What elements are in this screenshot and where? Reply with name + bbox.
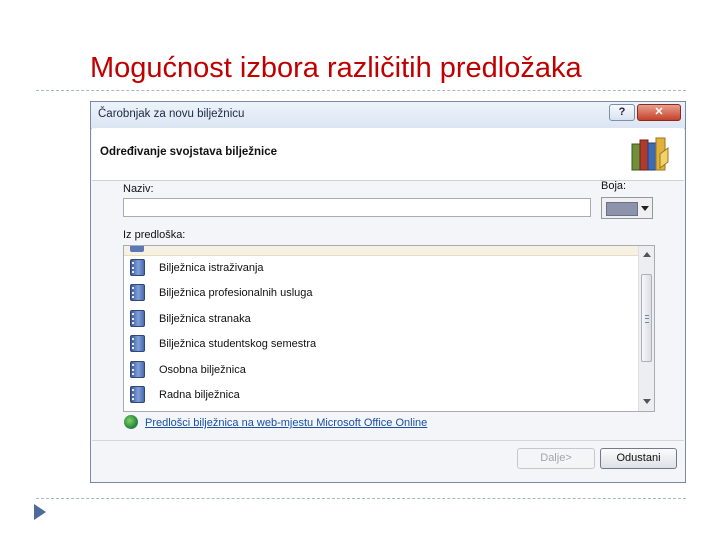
template-name: Bilježnica profesionalnih usluga xyxy=(159,287,313,299)
notebook-name-input[interactable] xyxy=(123,198,591,217)
notebook-icon xyxy=(130,284,145,301)
scroll-up-icon[interactable] xyxy=(643,252,651,257)
list-item[interactable]: Bilježnica profesionalnih usluga xyxy=(124,281,638,305)
list-item[interactable]: Osobna bilježnica xyxy=(124,358,638,382)
notebook-icon xyxy=(130,386,145,403)
template-name: Bilježnica stranaka xyxy=(159,313,251,325)
scroll-down-icon[interactable] xyxy=(643,399,651,404)
notebook-icon xyxy=(130,246,144,252)
notebook-icon xyxy=(130,310,145,327)
template-name: Osobna bilježnica xyxy=(159,364,246,376)
template-label: Iz predloška: xyxy=(123,229,186,241)
list-item[interactable]: Bilježnica stranaka xyxy=(124,307,638,331)
close-button[interactable]: ✕ xyxy=(637,104,681,121)
notebook-icon xyxy=(130,361,145,378)
list-item[interactable]: Bilježnica istraživanja xyxy=(124,256,638,280)
list-item[interactable]: Radna bilježnica xyxy=(124,383,638,407)
template-list[interactable]: Bilježnica istraživanja Bilježnica profe… xyxy=(123,245,655,412)
notebook-icon xyxy=(130,335,145,352)
help-button[interactable]: ? xyxy=(609,104,635,121)
grip-icon xyxy=(645,315,649,323)
name-label: Naziv: xyxy=(123,183,154,195)
scroll-thumb[interactable] xyxy=(641,274,652,362)
color-dropdown[interactable] xyxy=(601,197,653,219)
selected-row-highlight xyxy=(124,246,638,256)
template-name: Bilježnica studentskog semestra xyxy=(159,338,317,350)
notebook-icon xyxy=(130,259,145,276)
dialog-header-title: Određivanje svojstava bilježnice xyxy=(100,146,278,158)
divider-bottom xyxy=(36,498,686,499)
notebooks-icon xyxy=(631,137,669,171)
template-name: Bilježnica istraživanja xyxy=(159,262,264,274)
list-scrollbar[interactable] xyxy=(638,246,654,411)
template-name: Radna bilježnica xyxy=(159,389,240,401)
color-swatch xyxy=(606,202,638,216)
dialog-header: Određivanje svojstava bilježnice xyxy=(92,128,684,181)
dialog-titlebar[interactable]: Čarobnjak za novu bilježnicu ? ✕ xyxy=(91,102,685,129)
new-notebook-wizard-dialog: Čarobnjak za novu bilježnicu ? ✕ Određiv… xyxy=(90,101,686,483)
color-label: Boja: xyxy=(601,180,627,192)
next-button[interactable]: Dalje> xyxy=(517,448,595,469)
list-item[interactable]: Bilježnica studentskog semestra xyxy=(124,332,638,356)
slide-title: Mogućnost izbora različitih predložaka xyxy=(90,52,582,84)
online-templates-link[interactable]: Predlošci bilježnica na web-mjestu Micro… xyxy=(145,417,427,429)
dialog-title: Čarobnjak za novu bilježnicu xyxy=(98,108,245,120)
cancel-button[interactable]: Odustani xyxy=(600,448,677,469)
office-online-icon xyxy=(124,415,138,429)
bullet-arrow-icon xyxy=(34,504,46,520)
chevron-down-icon xyxy=(641,206,649,211)
divider-top xyxy=(36,90,686,91)
footer-divider xyxy=(92,440,684,441)
